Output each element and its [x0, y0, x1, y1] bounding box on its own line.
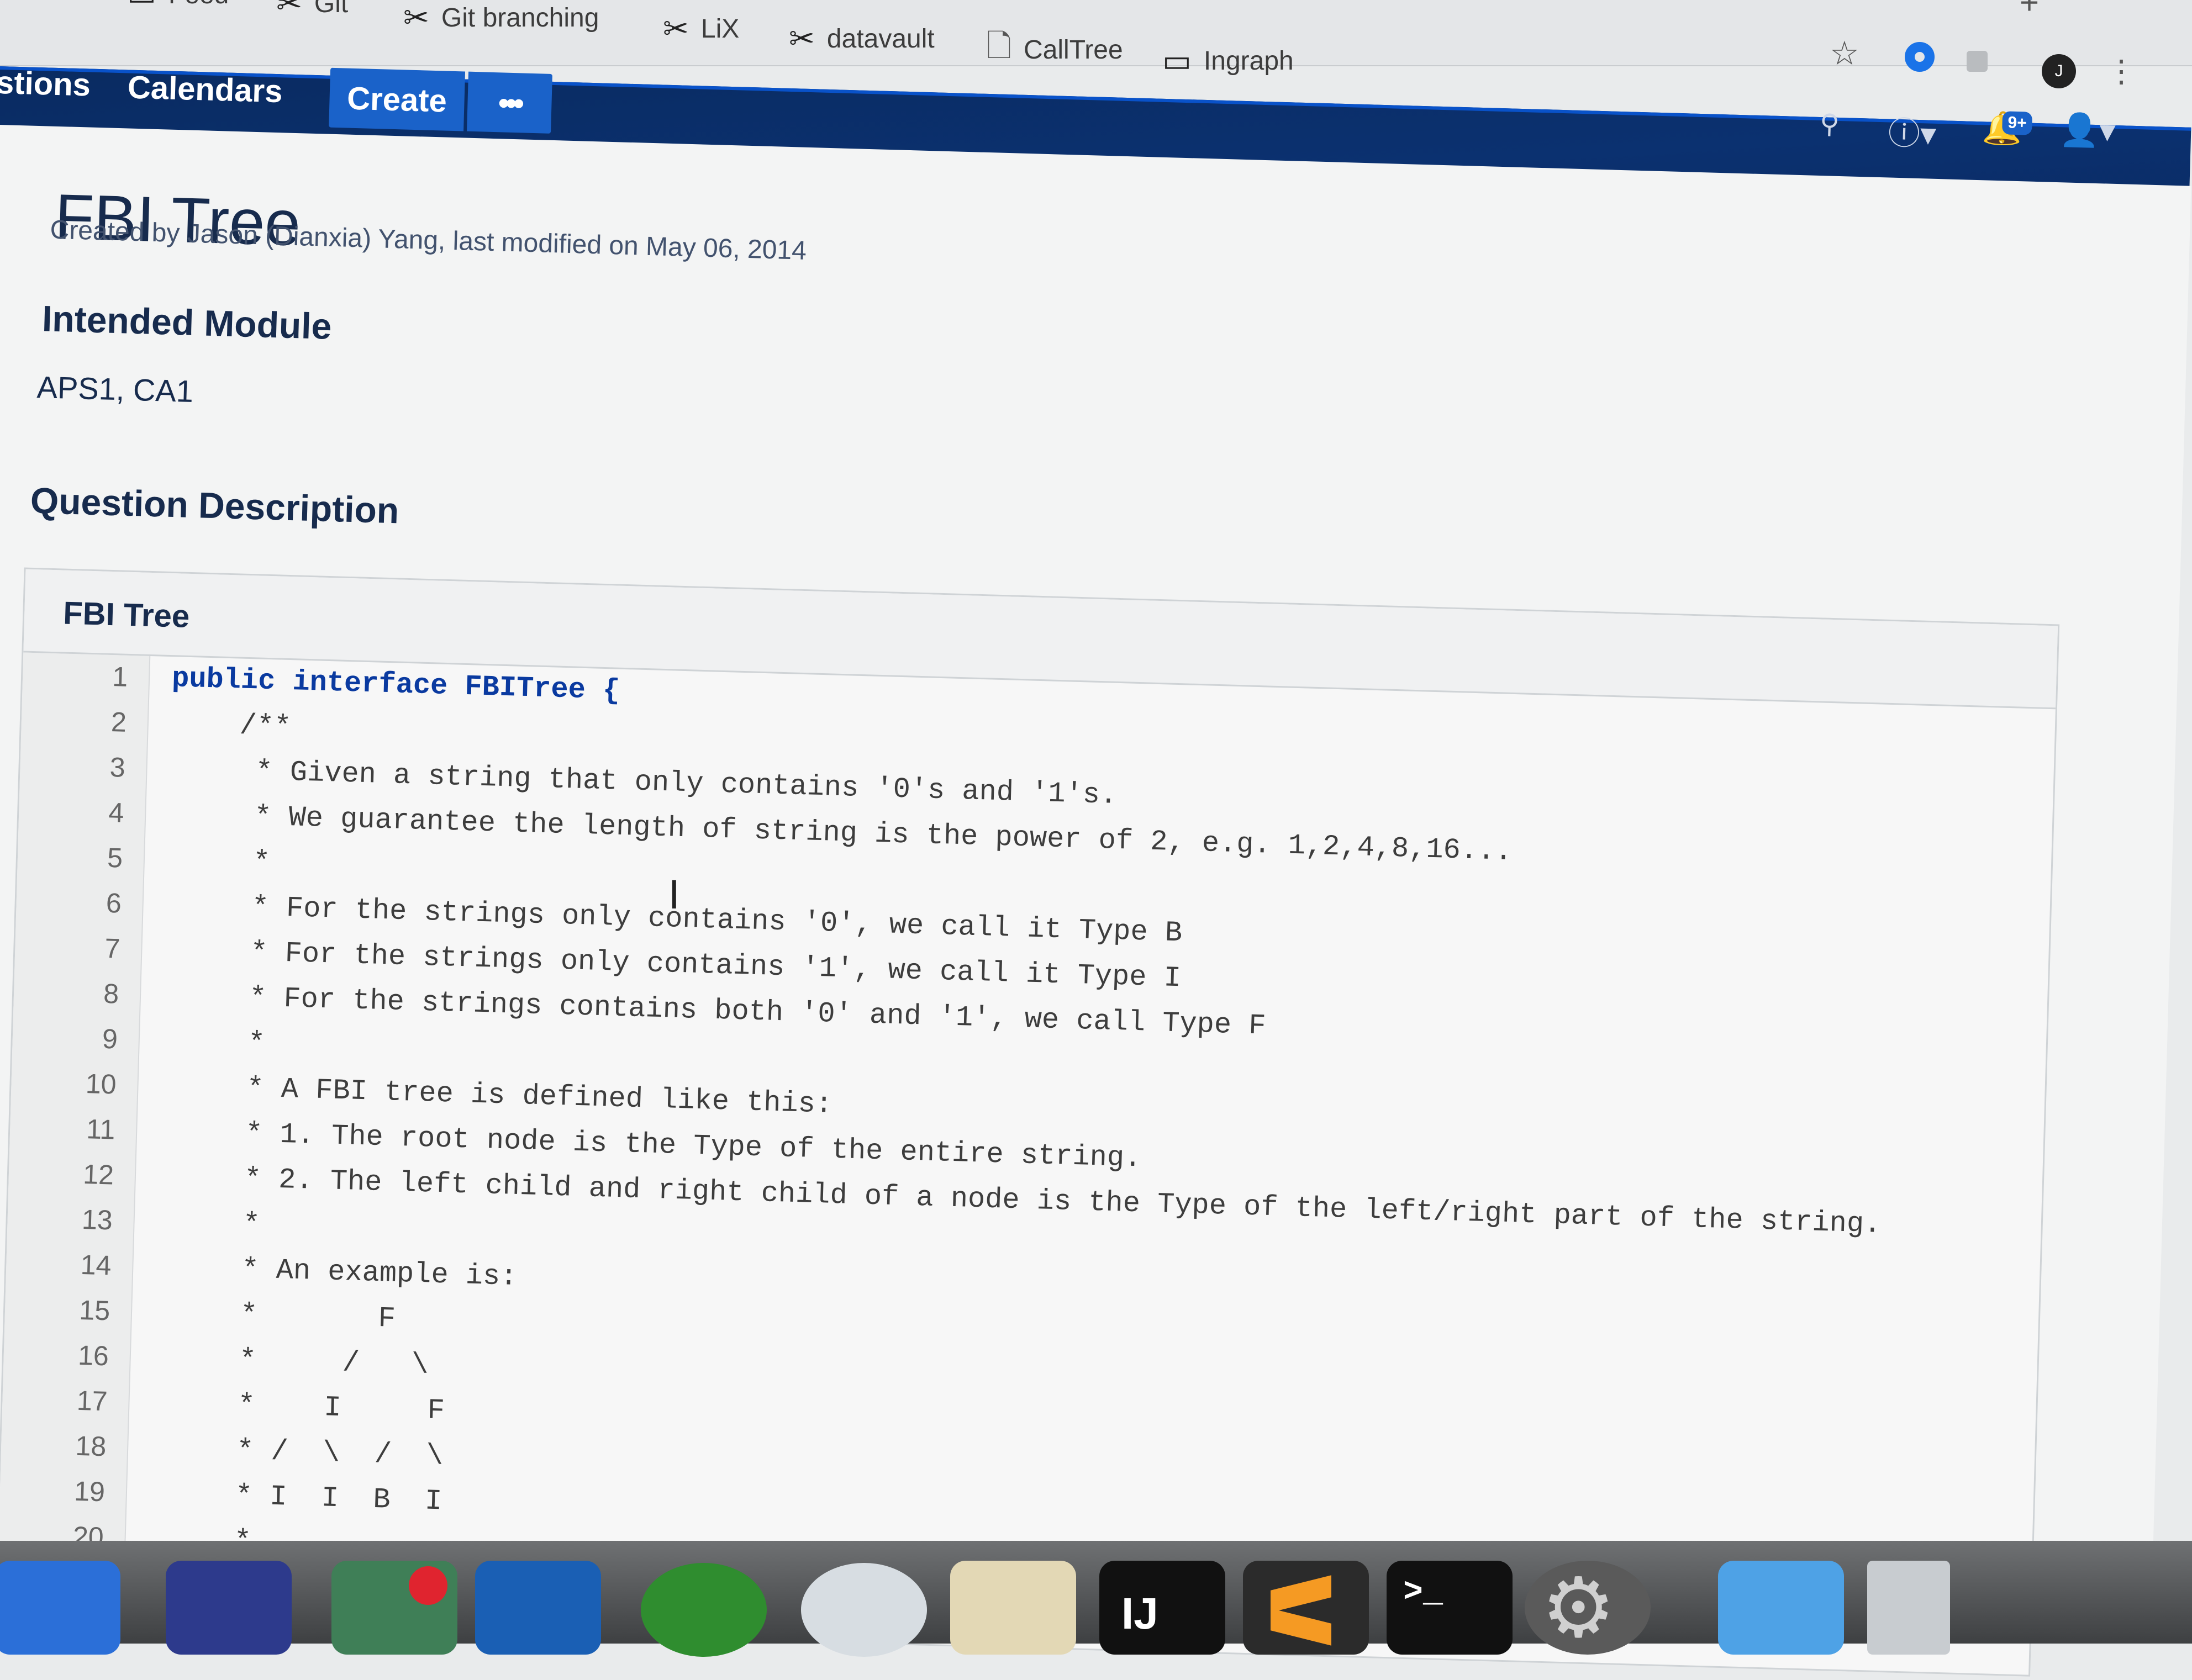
sublime-icon-lower — [1271, 1608, 1331, 1646]
more-button[interactable]: ••• — [467, 71, 553, 134]
code-text: * — [156, 1205, 261, 1241]
folder-icon: ▭ — [1162, 43, 1192, 78]
intended-module-heading: Intended Module — [41, 298, 333, 347]
bookmark-label: datavault — [826, 24, 935, 54]
line-number: 13 — [81, 1203, 113, 1236]
code-text: * / \ — [152, 1341, 429, 1382]
dock-downloads[interactable] — [1718, 1561, 1844, 1655]
line-number: 14 — [80, 1249, 112, 1281]
bookmark-calltree[interactable]: 🗋 CallTree — [987, 28, 1123, 72]
bookmarks-bar: ▭ Feed ✂ Git ✂ Git branching ✂ LiX ✂ dat… — [0, 0, 2192, 88]
dock-mail[interactable] — [331, 1561, 457, 1655]
bookmark-label: Git branching — [441, 3, 599, 33]
page-content: FBI Tree Created by Jason (Dianxia) Yang… — [0, 125, 2191, 1677]
intellij-icon: IJ — [1121, 1589, 1158, 1638]
create-button[interactable]: Create — [329, 67, 466, 131]
line-number: 12 — [82, 1158, 114, 1191]
bookmark-git-branching[interactable]: ✂ Git branching — [403, 0, 599, 40]
dock-sublime[interactable] — [1243, 1561, 1369, 1655]
dock-intellij[interactable]: IJ — [1099, 1561, 1225, 1655]
line-number: 1 — [112, 661, 128, 693]
extension-icon[interactable] — [1905, 42, 1935, 72]
bookmark-git[interactable]: ✂ Git — [276, 0, 348, 25]
bookmark-feed[interactable]: ▭ Feed — [127, 0, 229, 17]
dock-outlook[interactable] — [475, 1561, 601, 1655]
bookmark-datavault[interactable]: ✂ datavault — [789, 17, 935, 61]
line-number: 6 — [106, 887, 122, 919]
line-number: 7 — [104, 932, 121, 964]
code-area[interactable]: 1 public interface FBITree { 2 /** 3 * Gi… — [0, 653, 2056, 1675]
bookmark-label: Feed — [168, 0, 229, 10]
bookmark-ingraph[interactable]: ▭ Ingraph — [1162, 39, 1294, 83]
extension-grey-icon[interactable] — [1967, 51, 1988, 72]
code-text: public interface FBITree { — [171, 662, 620, 707]
line-number: 16 — [77, 1339, 109, 1372]
bookmark-label: Ingraph — [1203, 46, 1294, 76]
bookmark-label: CallTree — [1024, 35, 1123, 65]
dock-slack[interactable] — [950, 1561, 1076, 1655]
nav-calendars[interactable]: Calendars — [127, 68, 283, 110]
dock-system-preferences[interactable]: ⚙ — [1525, 1561, 1651, 1655]
code-text: /** — [170, 707, 292, 744]
profile-avatar[interactable]: J — [2042, 54, 2076, 88]
intended-module-value: APS1, CA1 — [36, 369, 194, 409]
line-number: 15 — [78, 1294, 110, 1327]
more-vert-icon[interactable]: ⋮ — [2106, 53, 2137, 89]
question-description-heading: Question Description — [30, 479, 400, 531]
line-number: 8 — [103, 978, 119, 1010]
sublime-icon — [1271, 1575, 1331, 1613]
bookmark-label: Git — [314, 0, 349, 18]
tool-icon: ✂ — [789, 21, 815, 56]
line-number: 18 — [75, 1430, 107, 1462]
code-block: FBI Tree 1 public interface FBITree { 2 /… — [0, 567, 2060, 1677]
line-number: 10 — [85, 1068, 117, 1100]
dock: IJ >_ ⚙ — [0, 1541, 2192, 1657]
dock-launchpad[interactable] — [166, 1561, 292, 1655]
tool-icon: ✂ — [663, 11, 689, 46]
document-icon: 🗋 — [987, 28, 1012, 63]
code-text: * — [166, 843, 271, 879]
line-number: 4 — [108, 796, 125, 828]
folder-icon: ▭ — [127, 0, 156, 13]
line-number: 5 — [107, 842, 123, 874]
dock-finder[interactable] — [0, 1561, 120, 1655]
line-number: 9 — [102, 1023, 118, 1055]
dock-xbox[interactable] — [641, 1563, 767, 1657]
line-number: 19 — [73, 1475, 106, 1508]
line-number: 2 — [110, 706, 127, 738]
line-number: 11 — [86, 1113, 116, 1145]
gear-icon: ⚙ — [1541, 1561, 1616, 1654]
star-icon[interactable]: ☆ — [1830, 34, 1859, 73]
notification-dot — [409, 1566, 447, 1605]
bookmark-label: LiX — [700, 14, 740, 44]
dock-terminal[interactable]: >_ — [1387, 1561, 1513, 1655]
page-byline: Created by Jason (Dianxia) Yang, last mo… — [49, 215, 807, 266]
terminal-icon: >_ — [1403, 1574, 1443, 1612]
code-block-title: FBI Tree — [62, 595, 191, 635]
line-number: 17 — [76, 1385, 108, 1417]
new-tab-icon[interactable]: + — [2020, 0, 2039, 22]
text-cursor-icon: I — [668, 873, 680, 918]
tool-icon: ✂ — [403, 0, 429, 35]
nav-questions[interactable]: stions — [0, 64, 91, 104]
bookmark-lix[interactable]: ✂ LiX — [663, 7, 739, 51]
code-text: * — [161, 1024, 266, 1060]
help-icon[interactable]: ⓘ▾ — [1888, 107, 1937, 155]
dock-wifi-app[interactable] — [801, 1563, 927, 1657]
line-number: 3 — [109, 752, 126, 783]
tool-icon: ✂ — [276, 0, 302, 20]
user-icon[interactable]: 👤▾ — [2059, 110, 2116, 150]
code-text: * F — [154, 1296, 396, 1335]
notifications-badge: 9+ — [2001, 111, 2033, 135]
dock-trash[interactable] — [1867, 1561, 1950, 1655]
search-icon[interactable]: ⚲ — [1820, 108, 1840, 140]
